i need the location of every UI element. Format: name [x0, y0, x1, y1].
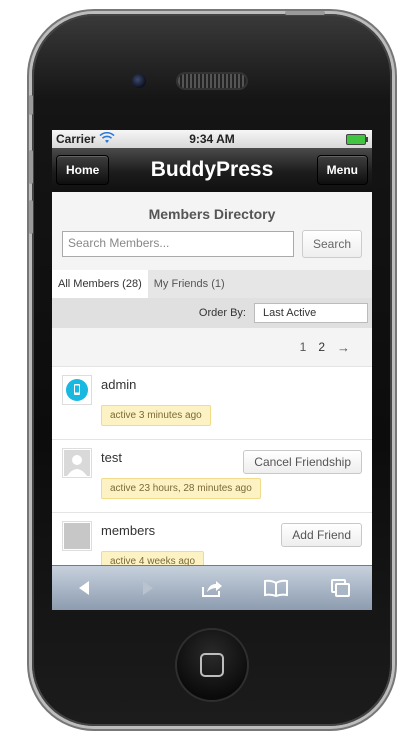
mute-switch: [29, 95, 33, 115]
search-button[interactable]: Search: [301, 230, 362, 258]
header-bar: Home BuddyPress Menu: [52, 148, 372, 192]
earpiece-speaker: [178, 74, 246, 88]
search-row: Search Members... Search: [52, 230, 372, 258]
cancel-friendship-button[interactable]: Cancel Friendship: [243, 450, 362, 474]
pagination: 1 2 →: [52, 328, 372, 366]
page-link-2[interactable]: 2: [318, 340, 325, 354]
order-label: Order By:: [198, 307, 246, 319]
activity-badge: active 3 minutes ago: [101, 405, 211, 426]
share-icon[interactable]: [196, 574, 228, 602]
user-silhouette-icon[interactable]: [62, 448, 92, 478]
next-page-arrow-icon[interactable]: →: [337, 340, 350, 355]
page-title: Members Directory: [148, 206, 276, 222]
screen: Carrier 9:34 AM Home BuddyPress Menu Mem…: [52, 130, 372, 610]
list-item: admin active 3 minutes ago: [52, 366, 372, 439]
volume-down-button: [29, 200, 33, 234]
home-nav-button[interactable]: Home: [56, 155, 110, 185]
list-item: test Cancel Friendship active 23 hours, …: [52, 439, 372, 512]
bookmarks-icon[interactable]: [260, 574, 292, 602]
order-bar: Order By: Last Active: [52, 298, 372, 328]
carrier-label: Carrier: [56, 132, 96, 146]
member-name[interactable]: members: [101, 523, 155, 538]
status-bar: Carrier 9:34 AM: [52, 130, 372, 148]
member-tabs: All Members (28) My Friends (1): [52, 270, 372, 298]
battery-icon: [346, 134, 368, 145]
tab-my-friends[interactable]: My Friends (1): [148, 270, 231, 298]
members-list: admin active 3 minutes ago test Cancel F…: [52, 366, 372, 585]
search-input[interactable]: Search Members...: [62, 231, 294, 257]
home-square-icon: [200, 653, 224, 677]
wifi-icon: [99, 131, 115, 147]
volume-up-button: [29, 150, 33, 184]
add-friend-button[interactable]: Add Friend: [281, 523, 362, 547]
activity-badge: active 23 hours, 28 minutes ago: [101, 478, 261, 499]
back-icon[interactable]: [68, 574, 100, 602]
browser-toolbar: [52, 565, 372, 610]
member-name[interactable]: test: [101, 450, 122, 465]
phone-avatar-icon[interactable]: [62, 375, 92, 405]
member-name[interactable]: admin: [101, 377, 136, 392]
power-button: [285, 11, 325, 15]
page-link-1[interactable]: 1: [300, 340, 307, 354]
forward-icon[interactable]: [132, 574, 164, 602]
order-select[interactable]: Last Active: [254, 303, 368, 323]
menu-button[interactable]: Menu: [316, 155, 368, 185]
tabs-icon[interactable]: [324, 574, 356, 602]
tab-all-members[interactable]: All Members (28): [52, 270, 148, 298]
blank-avatar-icon[interactable]: [62, 521, 92, 551]
front-camera: [132, 74, 146, 88]
